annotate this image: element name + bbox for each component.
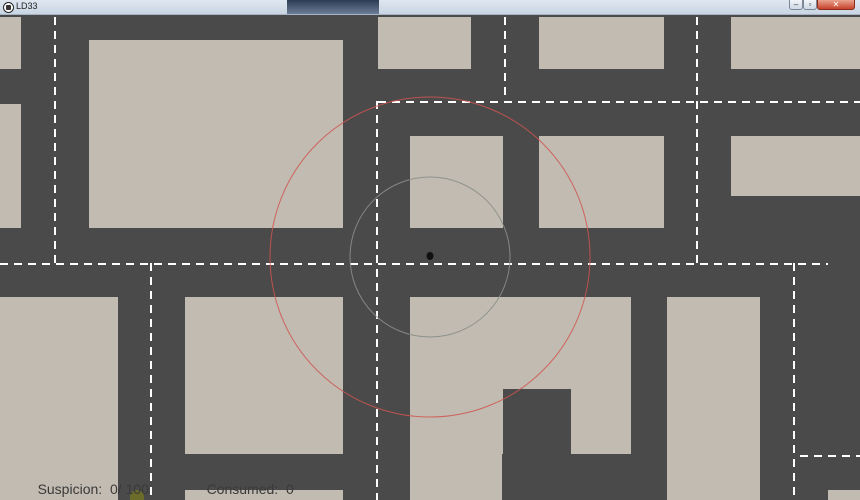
unity-app-icon	[3, 2, 14, 13]
consumed-label: Consumed:	[206, 481, 279, 497]
maximize-icon[interactable]: ▫	[803, 0, 817, 10]
minimize-icon[interactable]: –	[789, 0, 803, 10]
player-character[interactable]	[426, 252, 434, 260]
radius-overlay	[269, 96, 591, 418]
consumed-counter: Consumed: 0	[191, 465, 294, 500]
consumed-value: 0	[285, 481, 294, 497]
suspicion-label: Suspicion:	[37, 481, 103, 497]
game-viewport[interactable]: Suspicion: 0/ 100 Consumed: 0	[0, 15, 860, 500]
suspicion-value: 0/ 100	[109, 481, 149, 497]
window-titlebar: LD33 – ▫ ✕	[0, 0, 860, 15]
close-icon[interactable]: ✕	[817, 0, 855, 10]
titlebar-background-window	[287, 0, 379, 14]
suspicion-counter: Suspicion: 0/ 100	[22, 465, 149, 500]
window-title: LD33	[16, 1, 38, 11]
